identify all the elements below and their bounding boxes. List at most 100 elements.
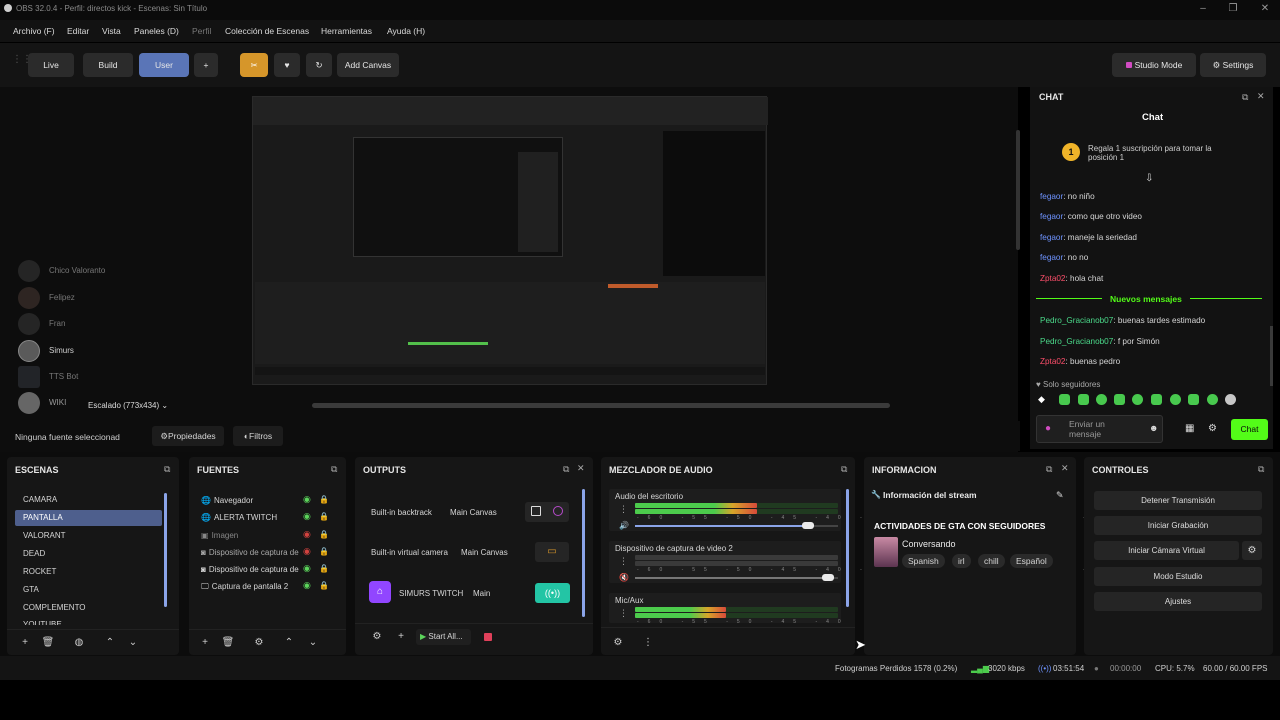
backtrack-controls[interactable]	[525, 502, 569, 522]
eye-icon[interactable]: ◉	[303, 580, 311, 591]
gear-icon[interactable]: ⚙	[611, 636, 625, 650]
microphone-icon[interactable]: ●	[1045, 423, 1051, 434]
eye-hidden-icon[interactable]: ◉	[303, 529, 311, 540]
scene-item[interactable]: COMPLEMENTO	[23, 603, 86, 612]
undock-icon[interactable]: ⧉	[1046, 464, 1052, 475]
close-icon[interactable]: ✕	[1257, 91, 1265, 102]
gift-banner[interactable]: Regala 1 suscripción para tomar la posic…	[1088, 144, 1238, 162]
volume-knob[interactable]	[822, 574, 834, 581]
maximize-icon[interactable]: ❐	[1218, 0, 1248, 20]
lock-icon[interactable]: 🔒	[319, 564, 329, 573]
source-item[interactable]: 🌐 ALERTA TWITCH	[201, 512, 277, 522]
eye-hidden-icon[interactable]: ◉	[303, 546, 311, 557]
more-options-icon[interactable]: ⋮	[641, 636, 655, 650]
scene-item[interactable]: YOUTUBE	[23, 620, 62, 625]
track-menu-icon[interactable]: ⋮	[619, 556, 628, 567]
add-canvas-button[interactable]: Add Canvas	[337, 53, 399, 77]
start-recording-button[interactable]: Iniciar Grabación	[1094, 516, 1262, 535]
emote-icon[interactable]	[1059, 394, 1070, 405]
record-icon[interactable]	[553, 506, 563, 516]
settings-control-button[interactable]: Ajustes	[1094, 592, 1262, 611]
source-item[interactable]: 🖵 Captura de pantalla 2	[201, 581, 288, 592]
lock-icon[interactable]: 🔒	[319, 512, 329, 521]
preview-area[interactable]: Chico Valoranto Felipez Fran Simurs TTS …	[0, 87, 1018, 452]
edit-icon[interactable]: ✎	[1056, 490, 1064, 501]
undock-icon[interactable]: ⧉	[1258, 464, 1264, 475]
menu-profile[interactable]: Perfil	[192, 26, 211, 36]
send-chat-button[interactable]: Chat	[1231, 419, 1268, 440]
outputs-scrollbar[interactable]	[582, 489, 585, 617]
scene-item[interactable]: PANTALLA	[23, 513, 63, 522]
move-up-icon[interactable]: ⌃	[282, 636, 296, 650]
tools-icon[interactable]: ✂	[240, 53, 268, 77]
emote-icon[interactable]	[1132, 394, 1143, 405]
gear-icon[interactable]: ⚙	[370, 630, 384, 644]
program-preview-canvas[interactable]	[252, 96, 768, 385]
muted-speaker-icon[interactable]: 🔇	[619, 573, 629, 582]
emote-icon[interactable]	[1151, 394, 1162, 405]
scene-item[interactable]: GTA	[23, 585, 39, 594]
scenes-scrollbar[interactable]	[164, 493, 167, 607]
mode-live-button[interactable]: Live	[28, 53, 74, 77]
trash-icon[interactable]: 🗑	[41, 636, 55, 650]
mixer-scrollbar[interactable]	[846, 489, 849, 607]
speaker-icon[interactable]: 🔊	[619, 521, 629, 530]
source-item[interactable]: ◙ Dispositivo de captura de	[201, 547, 309, 557]
chat-username[interactable]: Zpta02	[1040, 274, 1066, 283]
eye-icon[interactable]: ◉	[303, 511, 311, 522]
stop-streaming-button[interactable]: Detener Transmisión	[1094, 491, 1262, 510]
lock-icon[interactable]: 🔒	[319, 530, 329, 539]
undock-icon[interactable]: ⧉	[841, 464, 847, 475]
lock-icon[interactable]: 🔒	[319, 581, 329, 590]
add-scene-icon[interactable]: +	[18, 636, 32, 650]
emote-icon[interactable]	[1225, 394, 1236, 405]
filter-icon[interactable]: ◍	[72, 636, 86, 650]
eye-icon[interactable]: ◉	[303, 494, 311, 505]
add-output-icon[interactable]: +	[394, 630, 408, 644]
stream-live-icon[interactable]: ((•))	[535, 583, 570, 603]
chat-username[interactable]: fegaor	[1040, 233, 1063, 242]
undock-icon[interactable]: ⧉	[164, 464, 170, 475]
undock-icon[interactable]: ⧉	[1242, 92, 1248, 103]
gear-icon[interactable]: ⚙	[1208, 423, 1217, 434]
volume-knob[interactable]	[802, 522, 814, 529]
preview-scrollbar[interactable]	[312, 403, 890, 408]
emote-icon[interactable]	[1170, 394, 1181, 405]
stop-icon[interactable]	[531, 506, 541, 516]
refresh-icon[interactable]: ↻	[306, 53, 332, 77]
stop-all-icon[interactable]	[484, 633, 492, 641]
chat-scrollbar[interactable]	[1270, 326, 1273, 386]
trash-icon[interactable]: 🗑	[221, 636, 235, 650]
undock-icon[interactable]: ⧉	[331, 464, 337, 475]
move-down-icon[interactable]: ⌄	[306, 636, 320, 650]
virtual-camera-icon[interactable]: ▭	[535, 542, 569, 562]
chat-input[interactable]: ● Enviar un mensaje ☻	[1036, 415, 1163, 443]
chat-username[interactable]: Zpta02	[1040, 357, 1066, 366]
emote-icon[interactable]	[1078, 394, 1089, 405]
emote-icon[interactable]	[1096, 394, 1107, 405]
source-item[interactable]: ▣ Imagen	[201, 530, 238, 540]
chat-username[interactable]: fegaor	[1040, 212, 1063, 221]
track-menu-icon[interactable]: ⋮	[619, 504, 628, 515]
chat-username[interactable]: fegaor	[1040, 253, 1063, 262]
properties-button[interactable]: ⚙Propiedades	[152, 426, 224, 446]
settings-button[interactable]: ⚙ Settings	[1200, 53, 1266, 77]
lock-icon[interactable]: 🔒	[319, 495, 329, 504]
add-source-icon[interactable]: +	[198, 636, 212, 650]
lock-icon[interactable]: 🔒	[319, 547, 329, 556]
start-all-button[interactable]: ▶ Start All...	[416, 629, 471, 645]
filters-button[interactable]: ◐Filtros	[233, 426, 283, 446]
mode-user-button[interactable]: User	[139, 53, 189, 77]
scene-item[interactable]: DEAD	[23, 549, 45, 558]
source-item[interactable]: 🌐 Navegador	[201, 495, 253, 505]
preview-vertical-scrollbar[interactable]	[1016, 130, 1020, 250]
chat-username[interactable]: Pedro_Gracianob07	[1040, 337, 1113, 346]
scene-item[interactable]: ROCKET	[23, 567, 56, 576]
gear-icon[interactable]: ⚙	[1242, 541, 1262, 560]
source-item[interactable]: ◙ Dispositivo de captura de	[201, 564, 309, 574]
heart-icon[interactable]: ♥	[274, 53, 300, 77]
move-up-icon[interactable]: ⌃	[103, 636, 117, 650]
track-menu-icon[interactable]: ⋮	[619, 608, 628, 619]
scale-dropdown[interactable]: Escalado (773x434) ⌄	[88, 401, 168, 410]
menu-view[interactable]: Vista	[102, 26, 121, 36]
